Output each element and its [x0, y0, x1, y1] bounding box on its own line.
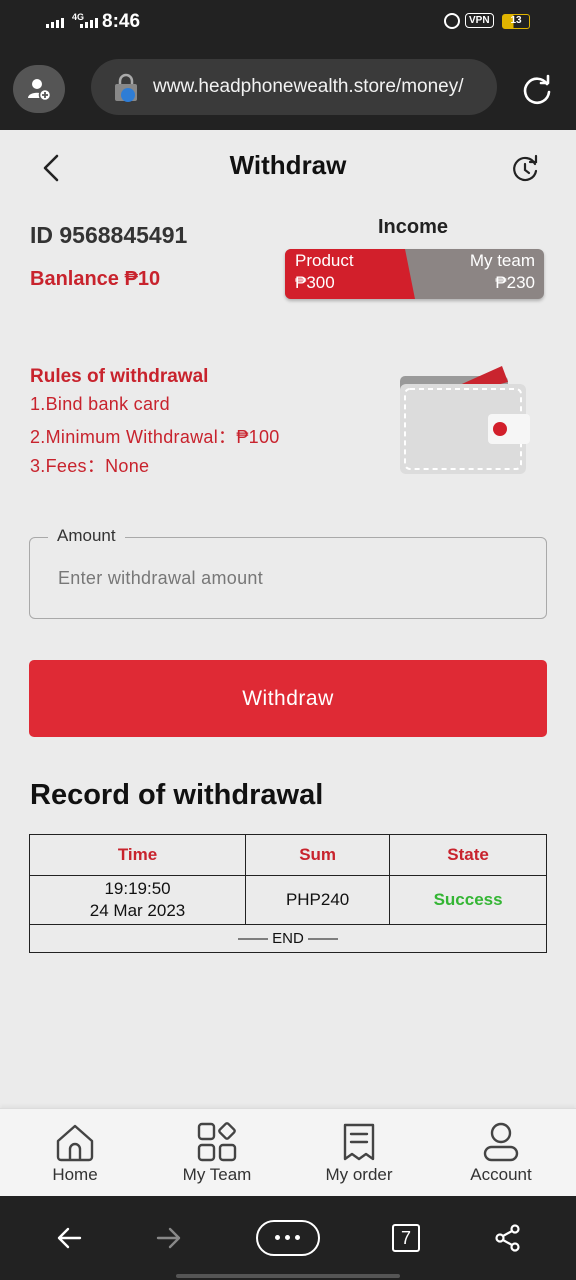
amount-field: Amount [29, 526, 547, 619]
bottom-nav: Home My Team My order Account [0, 1108, 576, 1196]
secure-lock-icon [115, 73, 137, 102]
amount-label: Amount [48, 526, 125, 546]
income-label: Income [378, 216, 449, 238]
home-indicator [176, 1274, 400, 1278]
record-state: Success [389, 875, 547, 925]
team-grid-icon [197, 1122, 237, 1162]
vpn-badge: VPN [465, 13, 494, 28]
rule-item: 2.Minimum Withdrawal：₱100 [30, 427, 280, 447]
back-arrow-icon[interactable] [56, 1226, 82, 1250]
home-icon [56, 1124, 94, 1162]
record-time-clock: 19:19:50 [104, 879, 171, 898]
more-dots-icon [275, 1235, 280, 1240]
share-icon[interactable] [494, 1224, 522, 1252]
nav-my-team[interactable]: My Team [147, 1109, 287, 1197]
record-title: Record of withdrawal [30, 779, 324, 811]
browser-bottom-bar: 7 [0, 1196, 576, 1280]
balance: Banlance ₱10 [30, 268, 161, 290]
address-bar[interactable]: www.headphonewealth.store/money/ [91, 59, 497, 115]
profile-button[interactable] [13, 65, 65, 113]
tabs-button[interactable]: 7 [392, 1224, 420, 1252]
rule-item: 1.Bind bank card [30, 394, 170, 414]
status-time: 8:46 [102, 11, 141, 32]
end-marker: —— END —— [29, 924, 547, 953]
product-income-value: ₱300 [295, 273, 335, 292]
team-income-label: My team [469, 251, 535, 270]
column-header-state: State [389, 834, 547, 876]
account-icon [483, 1122, 519, 1162]
withdraw-button[interactable]: Withdraw [29, 660, 547, 737]
reload-icon[interactable] [520, 73, 554, 107]
more-dot [295, 1235, 300, 1240]
browser-toolbar: www.headphonewealth.store/money/ [0, 46, 576, 130]
record-sum: PHP240 [245, 875, 391, 925]
menu-button[interactable] [256, 1220, 320, 1256]
rules-title: Rules of withdrawal [30, 366, 209, 387]
nav-home[interactable]: Home [5, 1109, 145, 1197]
url-text: www.headphonewealth.store/money/ [153, 76, 464, 97]
signal-icon-2 [80, 18, 98, 28]
nav-account-label: Account [470, 1165, 532, 1184]
product-income-label: Product [295, 251, 354, 270]
rule-item: 3.Fees：None [30, 456, 150, 476]
user-id: ID 9568845491 [30, 222, 188, 248]
signal-icon [46, 18, 64, 28]
page-title: Withdraw [229, 150, 347, 180]
column-header-time: Time [28, 834, 247, 876]
nav-my-team-label: My Team [182, 1165, 252, 1184]
alarm-icon [444, 13, 460, 29]
wallet-illustration-icon [400, 366, 530, 474]
record-time-date: 24 Mar 2023 [89, 901, 186, 920]
income-card: Product ₱300 My team ₱230 [285, 249, 544, 299]
withdrawal-records-table: Time Sum State 19:19:50 24 Mar 2023 PHP2… [28, 834, 547, 953]
battery-icon: 13 [502, 14, 530, 29]
record-time: 19:19:50 24 Mar 2023 [28, 875, 247, 925]
status-bar: 4G 8:46 VPN 13 [0, 0, 576, 46]
nav-my-order-label: My order [325, 1165, 393, 1184]
table-row: 19:19:50 24 Mar 2023 PHP240 Success [28, 875, 547, 925]
nav-account[interactable]: Account [431, 1109, 571, 1197]
nav-home-label: Home [52, 1165, 98, 1184]
order-icon [343, 1123, 375, 1161]
team-income-value: ₱230 [495, 273, 535, 292]
nav-my-order[interactable]: My order [289, 1109, 429, 1197]
table-header-row: Time Sum State [28, 834, 547, 876]
more-dot [285, 1235, 290, 1240]
table-end-row: —— END —— [29, 924, 547, 953]
amount-input[interactable] [42, 560, 532, 596]
forward-arrow-icon[interactable] [156, 1226, 182, 1250]
column-header-sum: Sum [245, 834, 391, 876]
history-icon[interactable] [510, 154, 540, 184]
add-user-icon [28, 79, 52, 102]
